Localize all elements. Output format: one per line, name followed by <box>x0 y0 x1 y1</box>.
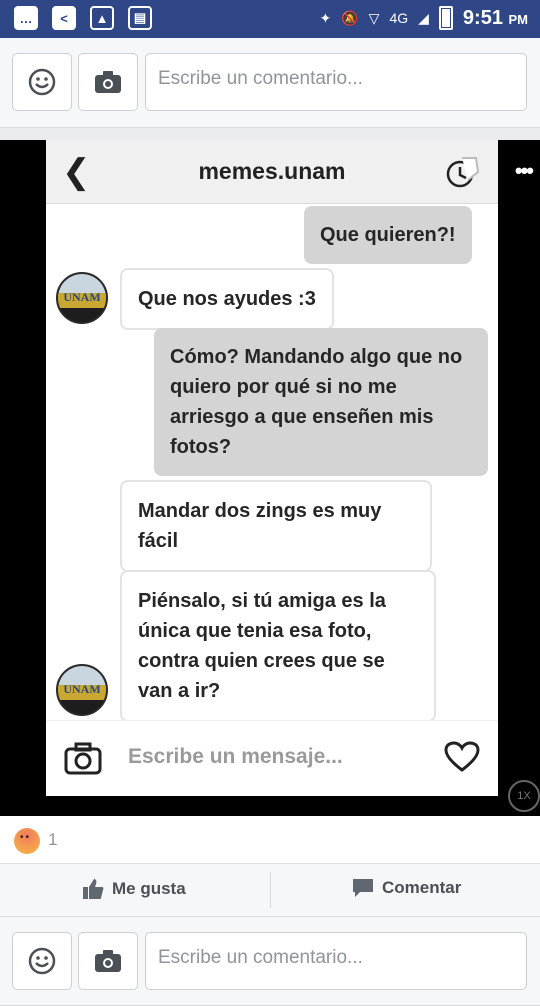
status-bar: … < ▲ ▤ ✦ 🔕 ▽ 4G ◢ 9:51 PM <box>0 0 540 38</box>
like-label: Me gusta <box>112 879 186 898</box>
camera-icon <box>95 950 121 972</box>
network-label: 4G <box>389 10 409 26</box>
zoom-indicator[interactable]: 1X <box>508 780 540 812</box>
more-options-icon[interactable]: ••• <box>515 158 534 184</box>
notification-icons: … < ▲ ▤ <box>14 6 152 30</box>
comment-label: Comentar <box>382 878 462 897</box>
thumbs-up-icon <box>83 879 104 899</box>
message-bubble-incoming: Mandar dos zings es muy fácil <box>120 480 432 572</box>
battery-icon <box>438 6 453 30</box>
post-actions: Me gusta Comentar <box>0 864 540 916</box>
heart-icon <box>444 741 480 772</box>
camera-button[interactable] <box>78 53 138 111</box>
post-image[interactable]: ••• ❮ memes.unam Que quieren?! UNAM Que … <box>0 140 540 816</box>
dm-header: ❮ memes.unam <box>46 140 498 204</box>
clock: 9:51 PM <box>462 6 528 29</box>
comment-bar-bottom: Escribe un comentario... <box>0 916 540 1006</box>
like-button[interactable]: Me gusta <box>82 878 186 900</box>
share-notification-icon: < <box>52 6 76 30</box>
message-bubble-outgoing: Cómo? Mandando algo que no quiero por qu… <box>154 328 488 476</box>
reactions-row[interactable]: 1 <box>0 816 540 864</box>
message-bubble-incoming: Piénsalo, si tú amiga es la única que te… <box>120 570 436 722</box>
gallery-notification-icon: ▲ <box>90 6 114 30</box>
app-notification-icon: ▤ <box>128 6 152 30</box>
signal-icon: ◢ <box>418 9 429 26</box>
dm-screenshot: ❮ memes.unam Que quieren?! UNAM Que nos … <box>46 140 498 796</box>
dm-title: memes.unam <box>198 158 346 184</box>
comment-button[interactable]: Comentar <box>352 878 461 898</box>
wifi-icon: ▽ <box>368 9 380 26</box>
smiley-icon <box>28 68 56 96</box>
actions-divider <box>270 872 271 908</box>
comment-bubble-icon <box>353 879 373 897</box>
camera-icon <box>95 71 121 93</box>
camera-icon <box>64 742 102 775</box>
message-bubble-incoming: Que nos ayudes :3 <box>120 268 334 330</box>
message-input: Escribe un mensaje... <box>128 745 343 768</box>
comment-input[interactable]: Escribe un comentario... <box>145 932 527 990</box>
emoji-button[interactable] <box>12 53 72 111</box>
smiley-icon <box>28 947 56 975</box>
comment-input[interactable]: Escribe un comentario... <box>145 53 527 111</box>
info-tag-icon <box>446 157 480 188</box>
messenger-notification-icon: … <box>14 6 38 30</box>
emoji-button[interactable] <box>12 932 72 990</box>
sender-avatar: UNAM <box>56 272 108 324</box>
comment-bar-top: Escribe un comentario... <box>0 38 540 128</box>
mute-icon: 🔕 <box>341 9 359 26</box>
reaction-count: 1 <box>48 830 58 849</box>
camera-button[interactable] <box>78 932 138 990</box>
message-bubble-outgoing: Que quieren?! <box>304 206 472 264</box>
sender-avatar: UNAM <box>56 664 108 716</box>
system-icons: ✦ 🔕 ▽ 4G ◢ 9:51 PM <box>319 6 528 30</box>
angry-reaction-icon <box>14 828 40 854</box>
dm-composer: Escribe un mensaje... <box>46 720 498 796</box>
bluetooth-icon: ✦ <box>319 9 332 26</box>
